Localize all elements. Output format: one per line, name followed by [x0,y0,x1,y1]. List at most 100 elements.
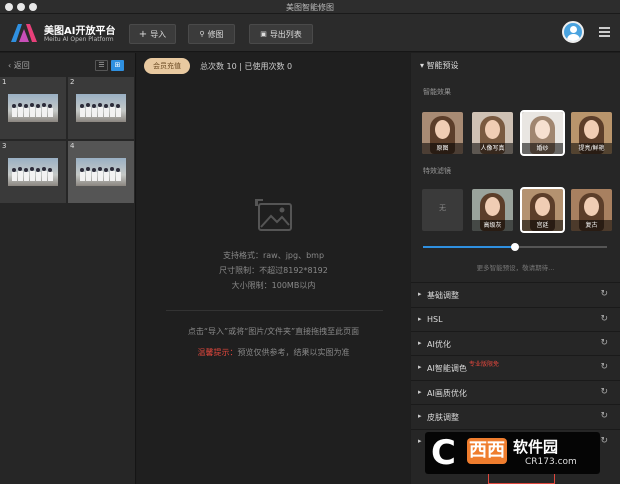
smart-effects-label: 智能效果 [423,88,451,96]
chevron-right-icon: ▸ [418,363,422,371]
back-button[interactable]: ‹ 返回 [8,60,30,71]
retouch-button[interactable]: ⚲ 修图 [188,24,235,44]
watermark-mark: 西西 [467,438,507,464]
tip-text: 预览仅供参考，结果以实图为准 [237,348,350,357]
supported-formats: 支持格式：raw、jpg、bmp [222,251,325,260]
user-avatar[interactable] [562,21,584,43]
section-ai-quality[interactable]: ▸ AI画质优化 ↻ [411,380,620,404]
chevron-right-icon: ▸ [418,388,422,396]
filter-label: 复古 [571,220,612,231]
import-label: 导入 [150,29,167,39]
thumbnail-number: 1 [2,78,7,86]
chevron-right-icon: ▸ [418,339,422,347]
section-skin-adjust[interactable]: ▸ 皮肤调整 ↻ [411,404,620,428]
filter-label: 宫廷 [522,220,563,231]
watermark-name: 软件园 [513,438,559,456]
tip-line: 温馨提示：预览仅供参考，结果以实图为准 [137,347,410,358]
tip-label: 温馨提示： [197,348,238,357]
filter-none[interactable]: 无 [422,189,463,231]
thumbnail-number: 4 [70,142,75,150]
section-label: 皮肤调整 [427,413,459,422]
grid-view-button[interactable]: ⊞ [111,60,124,71]
drag-hint: 点击“导入”或将“图片/文件夹”直接拖拽至此页面 [187,327,360,336]
drop-zone[interactable]: 会员充值 总次数 10 | 已使用次数 0 支持格式：raw、jpg、bmp 尺… [137,53,410,484]
smart-presets-header[interactable]: ▾ 智能预设 [420,60,459,71]
section-ai-color[interactable]: ▸ AI智能调色 专业版限免 ↻ [411,355,620,379]
file-size-limit: 大小限制：100MB以内 [231,281,316,290]
thumbnail-panel: ‹ 返回 ☰ ⊞ 1 2 3 4 [0,53,136,484]
group-photo-thumbnail [76,94,126,122]
logo-title: 美图AI开放平台 [44,26,116,37]
meitu-logo-icon [11,24,37,42]
site-watermark: C 西西 软件园 CR173.com [425,432,600,474]
effect-label: 原图 [422,143,463,154]
effect-portrait[interactable]: 人像写真 [472,112,513,154]
effect-label: 婚纱 [522,143,563,154]
plus-icon: + [138,28,148,40]
list-view-button[interactable]: ☰ [95,60,108,71]
watermark-c-glyph: C [431,433,456,473]
filter-strength-slider[interactable] [423,243,607,251]
title-bar: 美图智能修图 [0,0,620,14]
smart-presets-label: 智能预设 [426,61,459,70]
filter-label: 高级灰 [472,220,513,231]
section-label: HSL [427,315,443,324]
import-button[interactable]: + 导入 [129,24,176,44]
highlight-outline [488,474,555,484]
effect-label: 提亮/鲜艳 [571,143,612,154]
filter-label: 无 [439,204,446,212]
reset-icon[interactable]: ↻ [600,362,608,372]
group-photo-thumbnail [8,158,58,186]
chevron-right-icon: ▸ [418,437,422,445]
thumbnail-item-selected[interactable]: 4 [68,141,134,203]
section-label: AI优化 [427,340,451,349]
image-placeholder-icon [255,199,292,231]
section-ai-optimize[interactable]: ▸ AI优化 ↻ [411,331,620,355]
member-recharge-button[interactable]: 会员充值 [144,58,190,74]
size-limit: 尺寸限制：不超过8192*8192 [219,266,328,275]
thumbnail-item[interactable]: 2 [68,77,134,139]
more-presets-note: 更多智能预设，敬请期待... [476,264,555,272]
slider-fill [423,246,515,248]
section-basic-adjust[interactable]: ▸ 基础调整 ↻ [411,282,620,306]
logo-subtitle: Meitu AI Open Platform [44,36,114,43]
retouch-label: 修图 [207,29,224,39]
export-list-label: 导出列表 [269,29,302,39]
effect-wedding[interactable]: 婚纱 [520,110,565,156]
section-label: AI画质优化 [427,389,467,398]
slider-knob[interactable] [511,243,519,251]
reset-icon[interactable]: ↻ [600,436,608,446]
effect-original[interactable]: 原图 [422,112,463,154]
reset-icon[interactable]: ↻ [600,289,608,299]
reset-icon[interactable]: ↻ [600,387,608,397]
effect-brighten[interactable]: 提亮/鲜艳 [571,112,612,154]
usage-count: 总次数 10 | 已使用次数 0 [200,62,293,71]
filter-palace[interactable]: 宫廷 [520,187,565,233]
menu-icon[interactable] [599,27,610,37]
effect-label: 人像写真 [472,143,513,154]
chevron-right-icon: ▸ [418,315,422,323]
chevron-right-icon: ▸ [418,412,422,420]
reset-icon[interactable]: ↻ [600,314,608,324]
filter-advanced-gray[interactable]: 高级灰 [472,189,513,231]
thumbnail-item[interactable]: 1 [0,77,66,139]
section-label: AI智能调色 [427,364,467,373]
watermark-url: CR173.com [525,457,577,467]
window-title: 美图智能修图 [286,3,334,12]
pro-free-badge: 专业版限免 [469,361,500,368]
filter-retro[interactable]: 复古 [571,189,612,231]
adjustment-panel: ▾ 智能预设 智能效果 原图 人像写真 婚纱 提亮/鲜艳 特效滤镜 无 高级灰 … [411,53,620,484]
section-hsl[interactable]: ▸ HSL ↻ [411,307,620,331]
thumbnail-item[interactable]: 3 [0,141,66,203]
export-icon: ▣ [260,30,267,38]
top-toolbar: 美图AI开放平台 Meitu AI Open Platform + 导入 ⚲ 修… [0,14,620,52]
chevron-right-icon: ▸ [418,290,422,298]
back-label: 返回 [13,61,30,70]
section-label: 基础调整 [427,291,459,300]
reset-icon[interactable]: ↻ [600,411,608,421]
wand-icon: ⚲ [199,30,205,38]
reset-icon[interactable]: ↻ [600,338,608,348]
group-photo-thumbnail [8,94,58,122]
export-list-button[interactable]: ▣ 导出列表 [249,24,313,44]
divider [166,310,383,311]
